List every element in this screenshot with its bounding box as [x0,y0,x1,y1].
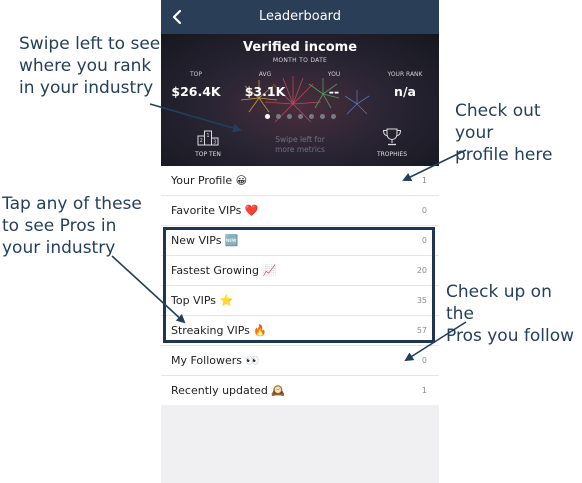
annotation-arrows [111,103,467,362]
arrow-swipe [149,103,242,133]
arrow-follow [404,321,467,362]
arrow-profile [402,149,467,182]
arrow-pros [111,255,186,324]
